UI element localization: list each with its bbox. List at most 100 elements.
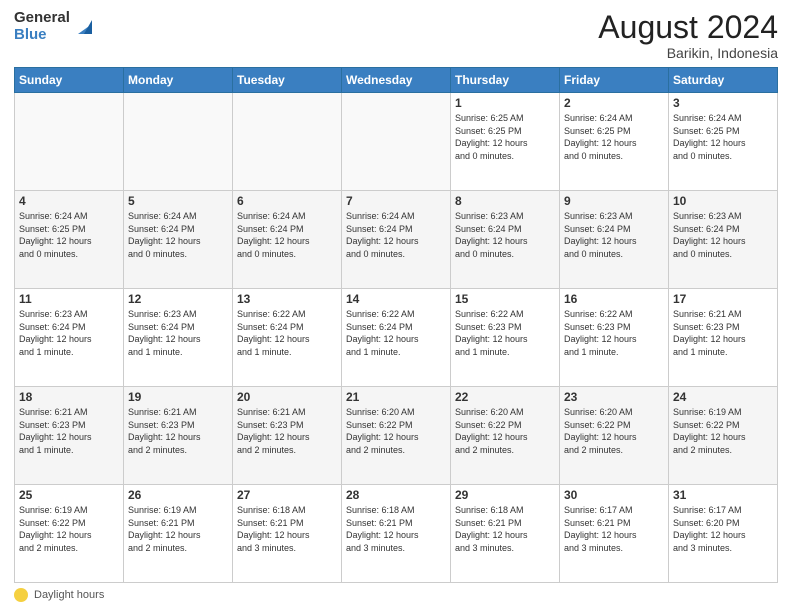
day-info: Sunrise: 6:21 AM Sunset: 6:23 PM Dayligh…: [128, 406, 228, 456]
calendar-table: Sunday Monday Tuesday Wednesday Thursday…: [14, 67, 778, 583]
table-row: 4Sunrise: 6:24 AM Sunset: 6:25 PM Daylig…: [15, 191, 124, 289]
page: General Blue August 2024 Barikin, Indone…: [0, 0, 792, 612]
calendar-week-row: 25 Sunrise: 6:19 AM Sunset: 6:22 PM Dayli…: [15, 485, 778, 583]
day-info: Sunrise: 6:23 AM Sunset: 6:24 PM Dayligh…: [455, 210, 555, 260]
day-info: Sunrise: 6:22 AM Sunset: 6:23 PM Dayligh…: [564, 308, 664, 358]
table-row: [124, 93, 233, 191]
footer: Daylight hours: [14, 588, 778, 602]
day-number: 31: [673, 488, 773, 502]
day-number: 22: [455, 390, 555, 404]
day-info: Sunrise: 6:23 AM Sunset: 6:24 PM Dayligh…: [128, 308, 228, 358]
legend-sun-icon: [14, 588, 28, 602]
table-row: 17Sunrise: 6:21 AM Sunset: 6:23 PM Dayli…: [669, 289, 778, 387]
day-info: Sunrise: 6:24 AM Sunset: 6:24 PM Dayligh…: [237, 210, 337, 260]
calendar-week-row: 1 Sunrise: 6:25 AM Sunset: 6:25 PM Daylig…: [15, 93, 778, 191]
day-number: 28: [346, 488, 446, 502]
table-row: 10 Sunrise: 6:23 AM Sunset: 6:24 PM Dayli…: [669, 191, 778, 289]
day-number: 23: [564, 390, 664, 404]
table-row: 5Sunrise: 6:24 AM Sunset: 6:24 PM Daylig…: [124, 191, 233, 289]
table-row: 27 Sunrise: 6:18 AM Sunset: 6:21 PM Dayli…: [233, 485, 342, 583]
day-number: 27: [237, 488, 337, 502]
day-info: Sunrise: 6:24 AM Sunset: 6:25 PM Dayligh…: [673, 112, 773, 162]
day-number: 16: [564, 292, 664, 306]
col-monday: Monday: [124, 68, 233, 93]
day-info: Sunrise: 6:25 AM Sunset: 6:25 PM Dayligh…: [455, 112, 555, 162]
day-number: 6: [237, 194, 337, 208]
day-info: Sunrise: 6:21 AM Sunset: 6:23 PM Dayligh…: [237, 406, 337, 456]
day-info: Sunrise: 6:21 AM Sunset: 6:23 PM Dayligh…: [19, 406, 119, 456]
table-row: 25 Sunrise: 6:19 AM Sunset: 6:22 PM Dayli…: [15, 485, 124, 583]
day-number: 7: [346, 194, 446, 208]
logo-blue-text: Blue: [14, 27, 70, 44]
day-number: 4: [19, 194, 119, 208]
day-info: Sunrise: 6:24 AM Sunset: 6:24 PM Dayligh…: [346, 210, 446, 260]
location: Barikin, Indonesia: [598, 45, 778, 61]
calendar-header-row: Sunday Monday Tuesday Wednesday Thursday…: [15, 68, 778, 93]
table-row: 18 Sunrise: 6:21 AM Sunset: 6:23 PM Dayli…: [15, 387, 124, 485]
day-number: 19: [128, 390, 228, 404]
table-row: 13 Sunrise: 6:22 AM Sunset: 6:24 PM Dayli…: [233, 289, 342, 387]
day-info: Sunrise: 6:19 AM Sunset: 6:22 PM Dayligh…: [19, 504, 119, 554]
day-info: Sunrise: 6:17 AM Sunset: 6:21 PM Dayligh…: [564, 504, 664, 554]
day-number: 17: [673, 292, 773, 306]
table-row: 22 Sunrise: 6:20 AM Sunset: 6:22 PM Dayli…: [451, 387, 560, 485]
day-number: 9: [564, 194, 664, 208]
logo-general-text: General: [14, 10, 70, 27]
day-number: 25: [19, 488, 119, 502]
day-info: Sunrise: 6:24 AM Sunset: 6:25 PM Dayligh…: [564, 112, 664, 162]
table-row: 21Sunrise: 6:20 AM Sunset: 6:22 PM Dayli…: [342, 387, 451, 485]
table-row: 14 Sunrise: 6:22 AM Sunset: 6:24 PM Dayli…: [342, 289, 451, 387]
month-title: August 2024: [598, 10, 778, 45]
footer-legend: Daylight hours: [14, 588, 104, 602]
calendar-week-row: 18 Sunrise: 6:21 AM Sunset: 6:23 PM Dayli…: [15, 387, 778, 485]
day-number: 14: [346, 292, 446, 306]
day-number: 3: [673, 96, 773, 110]
day-info: Sunrise: 6:23 AM Sunset: 6:24 PM Dayligh…: [673, 210, 773, 260]
table-row: 23Sunrise: 6:20 AM Sunset: 6:22 PM Dayli…: [560, 387, 669, 485]
table-row: 31 Sunrise: 6:17 AM Sunset: 6:20 PM Dayli…: [669, 485, 778, 583]
day-number: 12: [128, 292, 228, 306]
day-info: Sunrise: 6:22 AM Sunset: 6:24 PM Dayligh…: [346, 308, 446, 358]
day-info: Sunrise: 6:18 AM Sunset: 6:21 PM Dayligh…: [455, 504, 555, 554]
day-info: Sunrise: 6:20 AM Sunset: 6:22 PM Dayligh…: [455, 406, 555, 456]
table-row: [233, 93, 342, 191]
table-row: 15Sunrise: 6:22 AM Sunset: 6:23 PM Dayli…: [451, 289, 560, 387]
table-row: 29 Sunrise: 6:18 AM Sunset: 6:21 PM Dayli…: [451, 485, 560, 583]
header: General Blue August 2024 Barikin, Indone…: [14, 10, 778, 61]
day-info: Sunrise: 6:23 AM Sunset: 6:24 PM Dayligh…: [19, 308, 119, 358]
day-number: 26: [128, 488, 228, 502]
day-number: 15: [455, 292, 555, 306]
day-info: Sunrise: 6:18 AM Sunset: 6:21 PM Dayligh…: [237, 504, 337, 554]
day-number: 13: [237, 292, 337, 306]
day-number: 21: [346, 390, 446, 404]
table-row: 24Sunrise: 6:19 AM Sunset: 6:22 PM Dayli…: [669, 387, 778, 485]
day-info: Sunrise: 6:23 AM Sunset: 6:24 PM Dayligh…: [564, 210, 664, 260]
day-info: Sunrise: 6:17 AM Sunset: 6:20 PM Dayligh…: [673, 504, 773, 554]
col-sunday: Sunday: [15, 68, 124, 93]
table-row: 26 Sunrise: 6:19 AM Sunset: 6:21 PM Dayli…: [124, 485, 233, 583]
day-info: Sunrise: 6:19 AM Sunset: 6:21 PM Dayligh…: [128, 504, 228, 554]
day-info: Sunrise: 6:19 AM Sunset: 6:22 PM Dayligh…: [673, 406, 773, 456]
table-row: 28 Sunrise: 6:18 AM Sunset: 6:21 PM Dayli…: [342, 485, 451, 583]
calendar-week-row: 4Sunrise: 6:24 AM Sunset: 6:25 PM Daylig…: [15, 191, 778, 289]
col-wednesday: Wednesday: [342, 68, 451, 93]
table-row: 12 Sunrise: 6:23 AM Sunset: 6:24 PM Dayli…: [124, 289, 233, 387]
day-number: 18: [19, 390, 119, 404]
day-number: 1: [455, 96, 555, 110]
table-row: 3 Sunrise: 6:24 AM Sunset: 6:25 PM Daylig…: [669, 93, 778, 191]
day-number: 5: [128, 194, 228, 208]
day-number: 10: [673, 194, 773, 208]
day-number: 20: [237, 390, 337, 404]
title-block: August 2024 Barikin, Indonesia: [598, 10, 778, 61]
day-info: Sunrise: 6:22 AM Sunset: 6:24 PM Dayligh…: [237, 308, 337, 358]
logo-icon: [74, 16, 96, 38]
footer-legend-label: Daylight hours: [34, 589, 104, 601]
day-info: Sunrise: 6:18 AM Sunset: 6:21 PM Dayligh…: [346, 504, 446, 554]
calendar-week-row: 11Sunrise: 6:23 AM Sunset: 6:24 PM Dayli…: [15, 289, 778, 387]
table-row: [15, 93, 124, 191]
day-number: 29: [455, 488, 555, 502]
col-tuesday: Tuesday: [233, 68, 342, 93]
col-thursday: Thursday: [451, 68, 560, 93]
table-row: 1 Sunrise: 6:25 AM Sunset: 6:25 PM Daylig…: [451, 93, 560, 191]
table-row: 30Sunrise: 6:17 AM Sunset: 6:21 PM Dayli…: [560, 485, 669, 583]
